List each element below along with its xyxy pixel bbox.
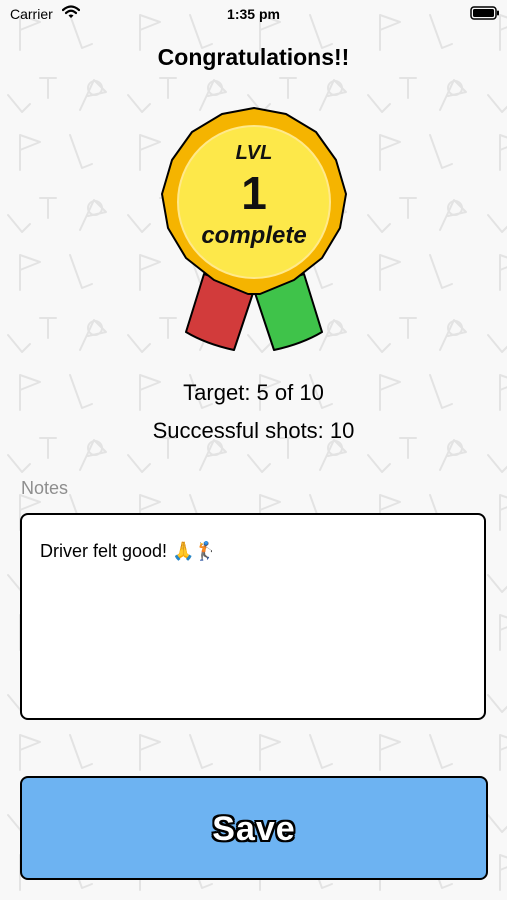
save-button-label: Save xyxy=(212,810,296,848)
medal-complete-label: complete xyxy=(201,222,307,249)
successful-shots-stat: Successful shots: 10 xyxy=(152,418,355,443)
status-time: 1:35 pm xyxy=(227,6,280,22)
status-bar: Carrier 1:35 pm xyxy=(0,0,507,28)
notes-textarea[interactable]: Driver felt good! 🙏🏌️ xyxy=(20,513,486,720)
save-button[interactable]: Save xyxy=(20,776,488,880)
medal-lvl-label: LVL xyxy=(235,142,273,164)
target-stat: Target: 5 of 10 xyxy=(183,380,324,405)
medal-level-number: 1 xyxy=(241,167,267,219)
page-title: Congratulations!! xyxy=(157,44,350,70)
notes-value: Driver felt good! 🙏🏌️ xyxy=(40,541,217,561)
battery-icon xyxy=(470,6,499,20)
level-medal: LVL 1 complete xyxy=(156,104,352,358)
notes-label: Notes xyxy=(21,478,69,498)
